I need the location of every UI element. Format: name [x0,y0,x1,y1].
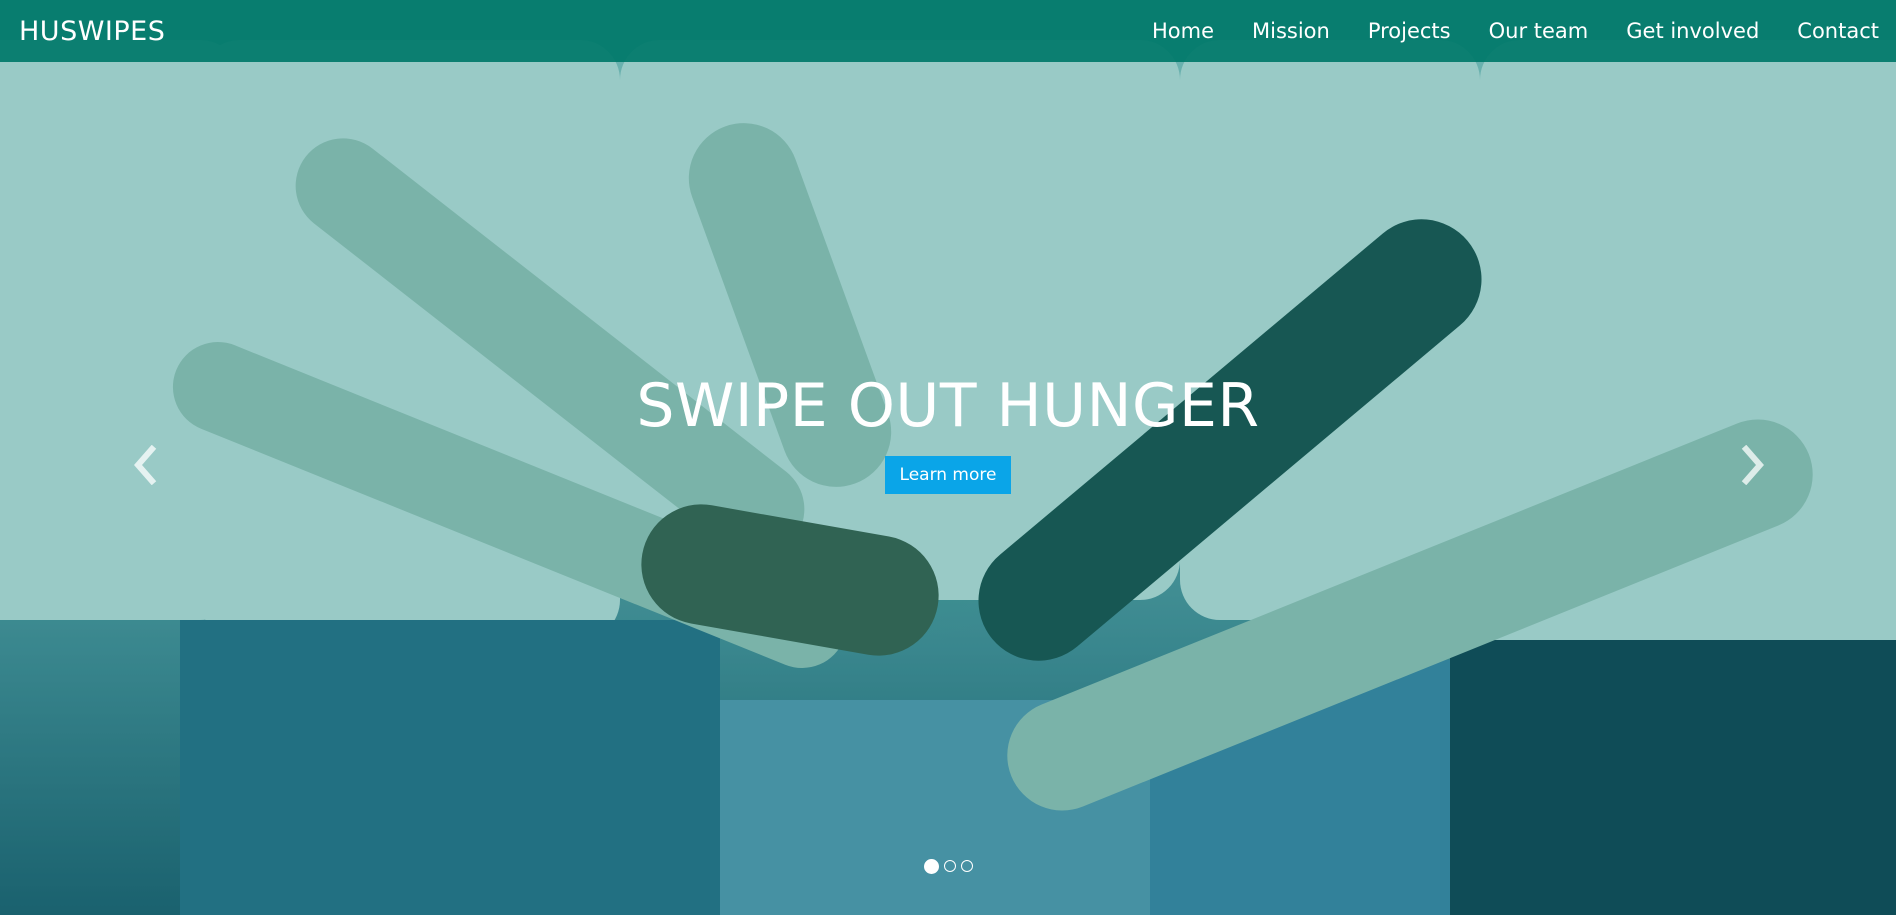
top-navbar: HUSWIPES Home Mission Projects Our team … [0,0,1896,62]
nav-link-home[interactable]: Home [1152,19,1214,43]
carousel-caption: SWIPE OUT HUNGER Learn more [0,368,1896,494]
carousel-indicators [0,858,1896,874]
nav-links: Home Mission Projects Our team Get invol… [1114,19,1879,43]
carousel-next-button[interactable] [1738,444,1768,489]
carousel-indicator-1[interactable] [923,858,939,874]
nav-link-our-team[interactable]: Our team [1489,19,1589,43]
nav-link-mission[interactable]: Mission [1252,19,1330,43]
chevron-right-icon [1741,444,1764,486]
brand-logo-link[interactable]: HUSWIPES [19,16,165,47]
hero-carousel: HUSWIPES Home Mission Projects Our team … [0,0,1896,915]
learn-more-button[interactable]: Learn more [884,456,1012,494]
hero-headline: SWIPE OUT HUNGER [636,371,1260,441]
nav-link-projects[interactable]: Projects [1368,19,1451,43]
carousel-indicator-2[interactable] [943,860,956,872]
carousel-prev-button[interactable] [130,444,160,489]
nav-link-get-involved[interactable]: Get involved [1626,19,1759,43]
nav-link-contact[interactable]: Contact [1797,19,1879,43]
carousel-indicator-3[interactable] [960,860,973,872]
chevron-left-icon [134,444,157,486]
